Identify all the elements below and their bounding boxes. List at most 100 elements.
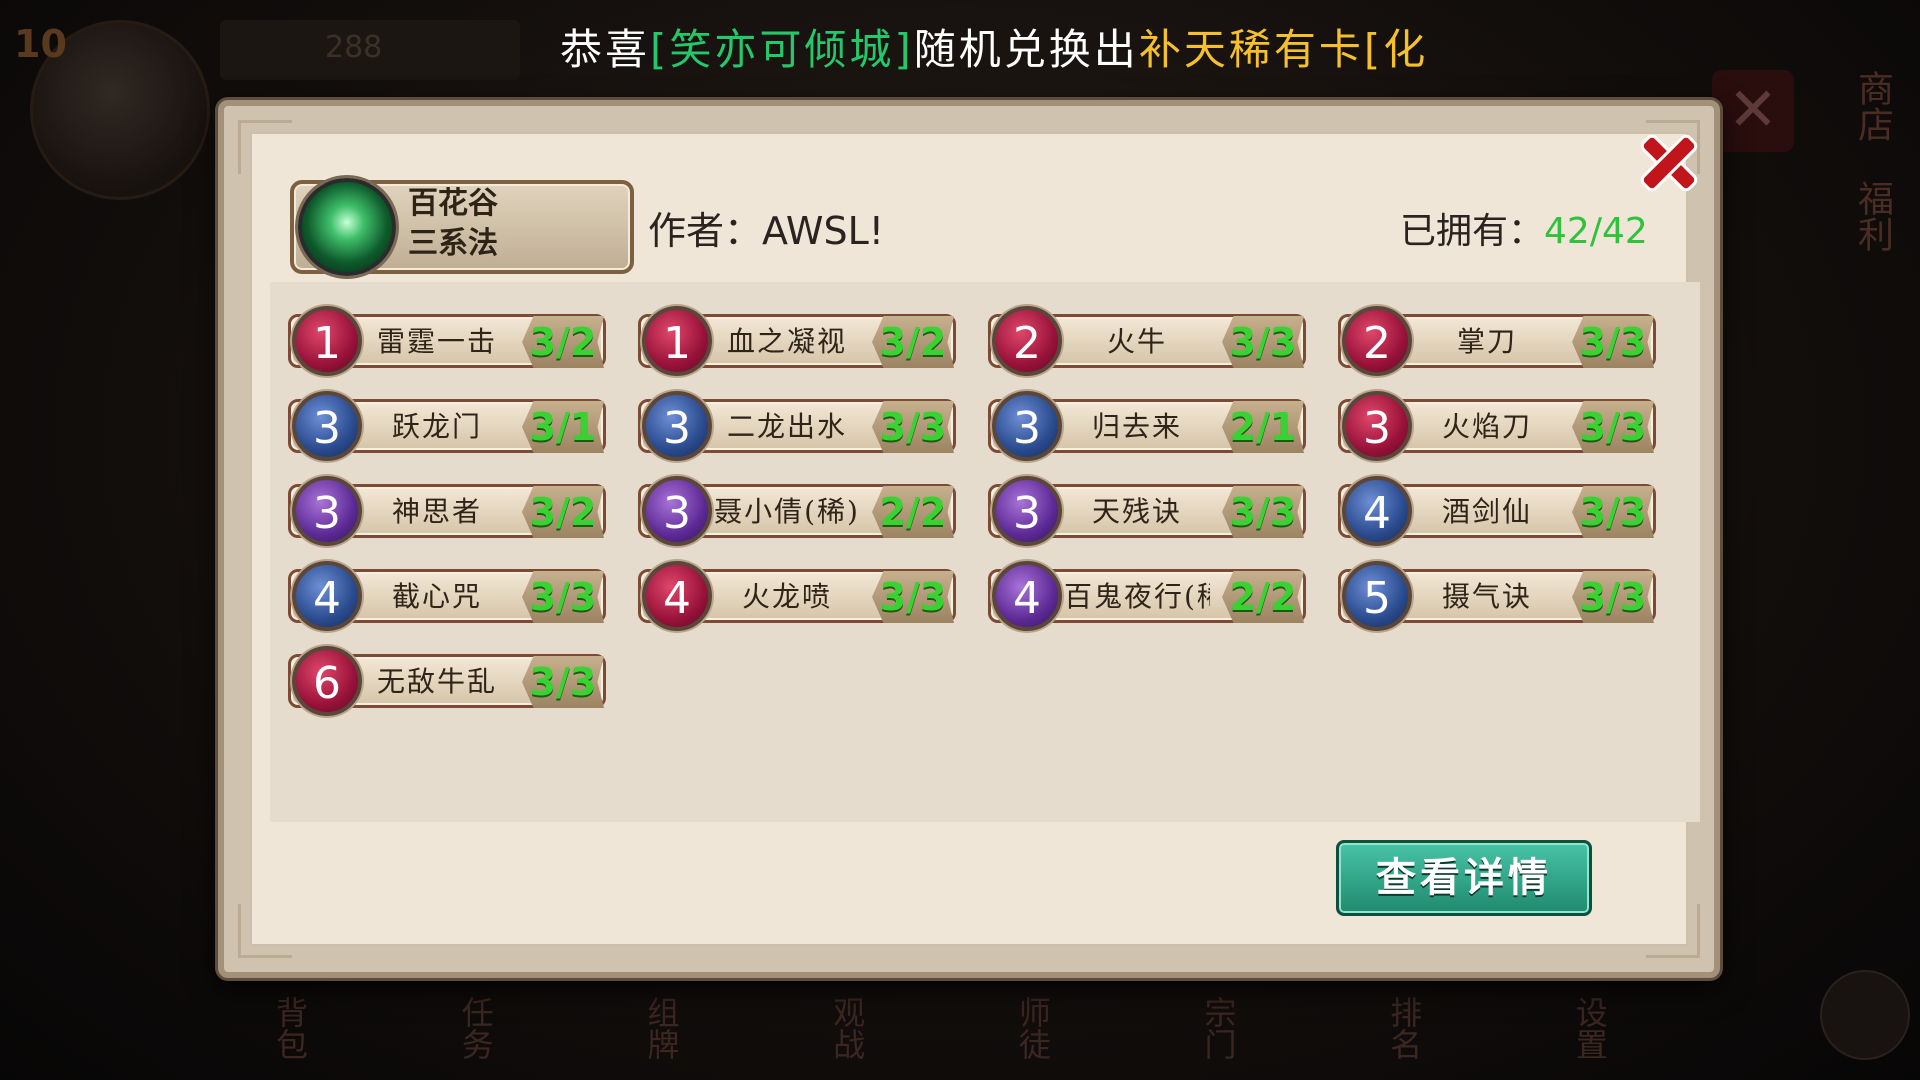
card-count: 3/2 xyxy=(522,486,604,538)
card-item[interactable]: 3 天残诀 3/3 xyxy=(982,476,1310,546)
player-level: 10 xyxy=(14,22,67,66)
currency-bar: 288 xyxy=(220,20,520,80)
card-count: 3/1 xyxy=(522,401,604,453)
card-item[interactable]: 1 血之凝视 3/2 xyxy=(632,306,960,376)
deck-orb-icon xyxy=(298,178,396,276)
card-name: 跃龙门 xyxy=(391,410,482,443)
announcement-player: [笑亦可倾城] xyxy=(650,25,914,74)
bottom-nav: 背包 任务 组牌 观战 师徒 宗门 排名 设置 xyxy=(220,970,1680,1070)
card-count: 3/2 xyxy=(872,316,954,368)
nav-tasks: 任务 xyxy=(456,996,495,1060)
owned-count: 42/42 xyxy=(1544,211,1648,252)
announcement-marquee: 恭喜[笑亦可倾城]随机兑换出补天稀有卡[化 xyxy=(560,16,1520,80)
card-cost: 3 xyxy=(992,391,1062,461)
author-label: 作者： xyxy=(648,209,763,253)
card-item[interactable]: 3 跃龙门 3/1 xyxy=(282,391,610,461)
close-icon[interactable] xyxy=(1632,126,1704,198)
card-name: 雷霆一击 xyxy=(376,325,497,358)
card-item[interactable]: 4 截心咒 3/3 xyxy=(282,561,610,631)
author-info: 作者：AWSL! xyxy=(648,200,884,255)
deck-name: 百花谷 三系法 xyxy=(408,184,618,264)
card-item[interactable]: 2 火牛 3/3 xyxy=(982,306,1310,376)
card-item[interactable]: 5 摄气诀 3/3 xyxy=(1332,561,1660,631)
card-name: 二龙出水 xyxy=(726,410,847,443)
shop-label: 商店 xyxy=(1852,70,1893,142)
card-count: 2/1 xyxy=(1222,401,1304,453)
card-count: 3/3 xyxy=(1222,316,1304,368)
card-cost: 2 xyxy=(1342,306,1412,376)
card-name: 掌刀 xyxy=(1456,325,1517,358)
card-name: 火龙喷 xyxy=(741,580,832,613)
nav-watch: 观战 xyxy=(828,996,867,1060)
card-cost: 1 xyxy=(292,306,362,376)
card-item[interactable]: 3 神思者 3/2 xyxy=(282,476,610,546)
card-cost: 3 xyxy=(292,476,362,546)
card-name: 百鬼夜行(稀 xyxy=(1064,580,1210,613)
nav-bag: 背包 xyxy=(271,996,309,1060)
card-item[interactable]: 1 雷霆一击 3/2 xyxy=(282,306,610,376)
currency-value: 288 xyxy=(325,30,383,65)
card-name: 摄气诀 xyxy=(1441,580,1532,613)
card-item[interactable]: 4百鬼夜行(稀 2/2 xyxy=(982,561,1310,631)
nav-rank: 排名 xyxy=(1385,996,1424,1060)
card-count: 3/3 xyxy=(1222,486,1304,538)
card-count: 3/3 xyxy=(872,571,954,623)
card-item[interactable]: 3 二龙出水 3/3 xyxy=(632,391,960,461)
deck-name-line1: 百花谷 xyxy=(408,186,498,221)
card-count: 3/3 xyxy=(872,401,954,453)
nav-mentor: 师徒 xyxy=(1013,996,1052,1060)
card-name: 火牛 xyxy=(1106,325,1167,358)
card-name: 天残诀 xyxy=(1091,495,1182,528)
card-item[interactable]: 4 火龙喷 3/3 xyxy=(632,561,960,631)
announcement-text-2: 随机兑换出 xyxy=(913,25,1139,74)
nav-deck: 组牌 xyxy=(642,996,681,1060)
card-name: 无敌牛乱 xyxy=(376,665,497,698)
card-cost: 5 xyxy=(1342,561,1412,631)
nav-sect: 宗门 xyxy=(1199,996,1238,1060)
card-cost: 2 xyxy=(992,306,1062,376)
card-cost: 3 xyxy=(642,391,712,461)
welfare-label: 福利 xyxy=(1852,180,1893,252)
ornament-corner xyxy=(1646,904,1700,958)
card-cost: 4 xyxy=(1342,476,1412,546)
card-item[interactable]: 4 酒剑仙 3/3 xyxy=(1332,476,1660,546)
card-count: 2/2 xyxy=(1222,571,1304,623)
card-cost: 6 xyxy=(292,646,362,716)
card-name: 聂小倩(稀) xyxy=(714,495,860,528)
owned-label: 已拥有： xyxy=(1400,211,1545,252)
card-name: 归去来 xyxy=(1091,410,1182,443)
deck-name-line2: 三系法 xyxy=(408,226,498,261)
view-details-button[interactable]: 查看详情 xyxy=(1336,840,1592,916)
ornament-corner xyxy=(238,120,292,174)
card-cost: 3 xyxy=(1342,391,1412,461)
card-item[interactable]: 3 聂小倩(稀) 2/2 xyxy=(632,476,960,546)
card-name: 神思者 xyxy=(391,495,482,528)
card-item[interactable]: 6 无敌牛乱 3/3 xyxy=(282,646,610,716)
card-item[interactable]: 2 掌刀 3/3 xyxy=(1332,306,1660,376)
announcement-text: 恭喜 xyxy=(560,25,651,74)
card-count: 3/3 xyxy=(1572,401,1654,453)
card-cost: 3 xyxy=(992,476,1062,546)
card-cost: 4 xyxy=(642,561,712,631)
card-count: 3/3 xyxy=(1572,486,1654,538)
announcement-item: 补天稀有卡[化 xyxy=(1138,25,1429,74)
nav-settings: 设置 xyxy=(1570,996,1609,1060)
card-cost: 3 xyxy=(292,391,362,461)
card-count: 3/3 xyxy=(1572,571,1654,623)
card-count: 3/2 xyxy=(522,316,604,368)
background-close-icon: ✕ xyxy=(1712,70,1794,152)
card-cost: 4 xyxy=(992,561,1062,631)
author-name: AWSL! xyxy=(762,209,885,253)
card-cost: 4 xyxy=(292,561,362,631)
card-cost: 1 xyxy=(642,306,712,376)
card-name: 火焰刀 xyxy=(1441,410,1532,443)
card-count: 2/2 xyxy=(872,486,954,538)
ornament-corner xyxy=(238,904,292,958)
owned-info: 已拥有：42/42 xyxy=(1400,202,1648,254)
card-item[interactable]: 3 火焰刀 3/3 xyxy=(1332,391,1660,461)
chat-avatar xyxy=(1820,970,1910,1060)
card-name: 截心咒 xyxy=(391,580,482,613)
card-item[interactable]: 3 归去来 2/1 xyxy=(982,391,1310,461)
card-name: 酒剑仙 xyxy=(1441,495,1532,528)
card-count: 3/3 xyxy=(1572,316,1654,368)
